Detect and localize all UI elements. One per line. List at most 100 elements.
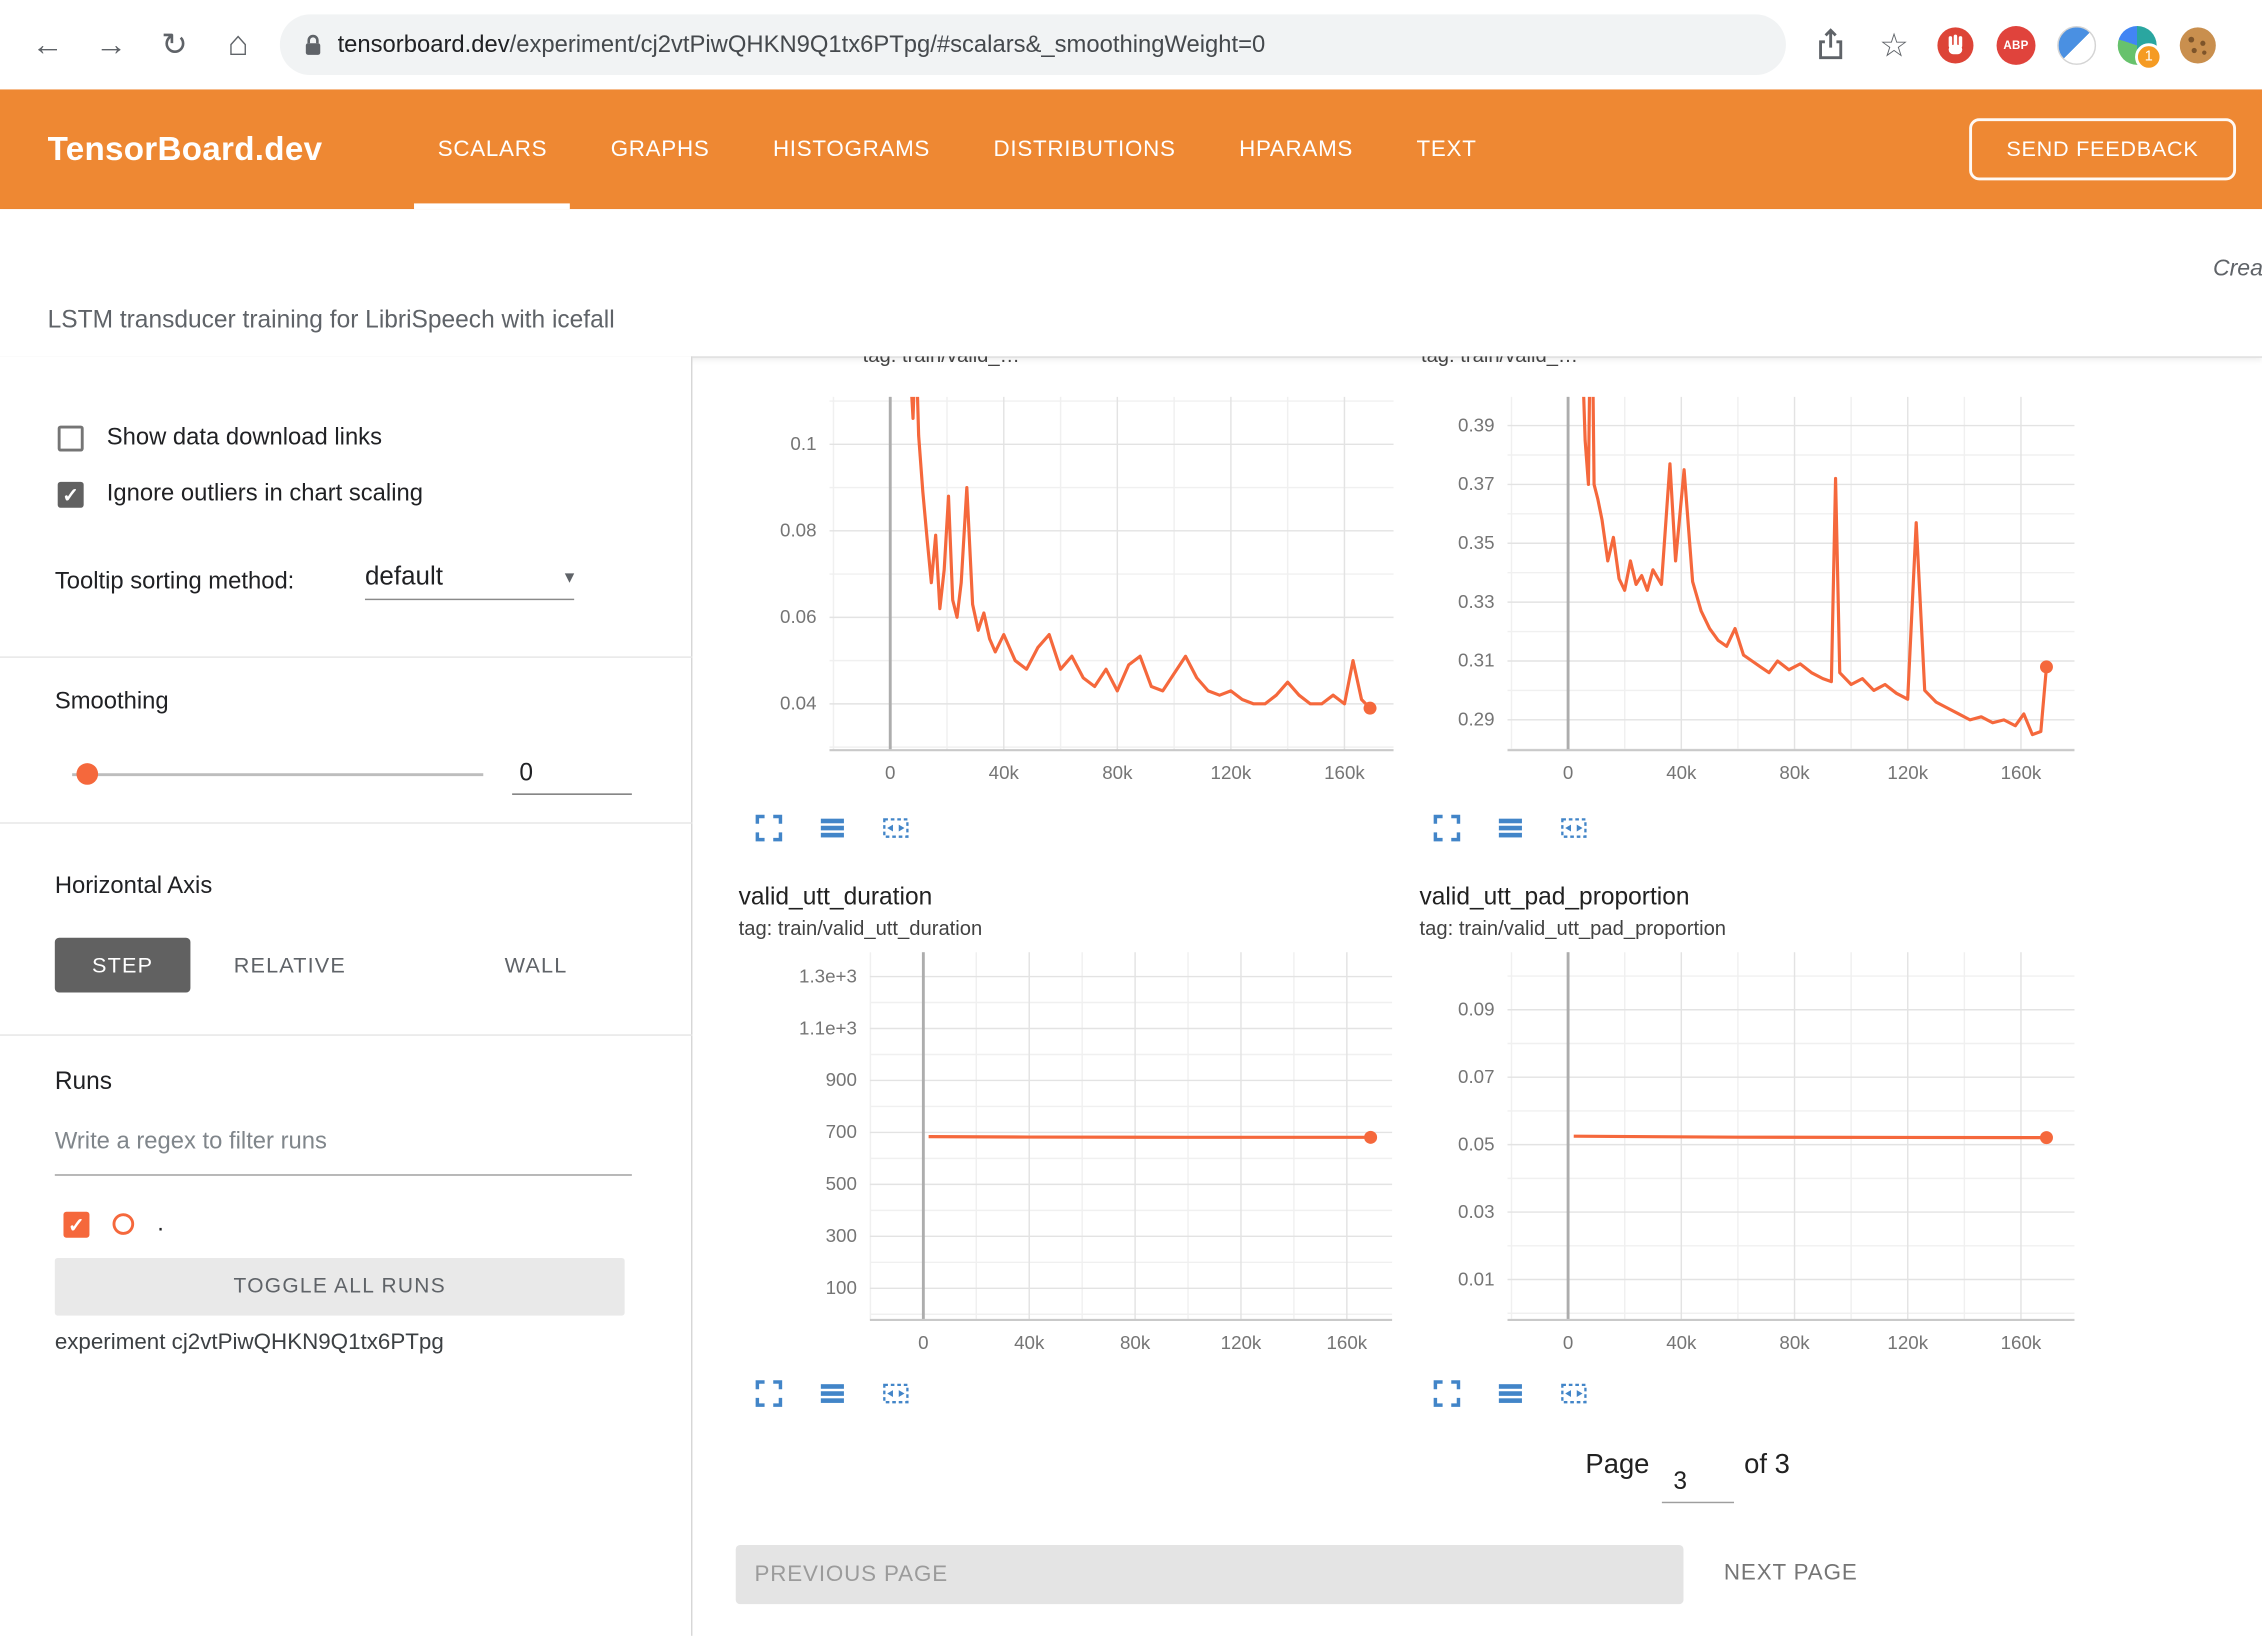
run-checkbox[interactable]: ✓	[63, 1211, 89, 1237]
previous-page-button[interactable]: PREVIOUS PAGE	[736, 1545, 1684, 1604]
svg-text:1.3e+3: 1.3e+3	[799, 965, 857, 986]
adblock-extension-icon[interactable]	[1936, 25, 1975, 64]
svg-text:0.06: 0.06	[780, 606, 816, 627]
ignore-outliers-checkbox[interactable]: ✓	[58, 481, 84, 507]
svg-text:1.1e+3: 1.1e+3	[799, 1017, 857, 1038]
chart-valid-loss-1[interactable]: 040k80k120k160k0.10.080.060.04	[750, 397, 1396, 794]
svg-text:160k: 160k	[2001, 762, 2042, 783]
axis-step-button[interactable]: STEP	[55, 938, 191, 993]
tab-text[interactable]: TEXT	[1391, 89, 1503, 209]
svg-text:120k: 120k	[1211, 762, 1252, 783]
send-feedback-button[interactable]: SEND FEEDBACK	[1969, 118, 2236, 180]
svg-text:700: 700	[826, 1121, 857, 1142]
svg-text:80k: 80k	[1102, 762, 1133, 783]
svg-text:40k: 40k	[1666, 762, 1697, 783]
svg-text:0.04: 0.04	[780, 693, 816, 714]
check-icon: ✓	[68, 1214, 85, 1234]
svg-text:0: 0	[918, 1332, 928, 1353]
svg-text:80k: 80k	[1779, 1332, 1810, 1353]
tab-graphs[interactable]: GRAPHS	[585, 89, 736, 209]
divider	[0, 822, 692, 823]
svg-text:0.39: 0.39	[1458, 414, 1494, 435]
tab-distributions[interactable]: DISTRIBUTIONS	[968, 89, 1202, 209]
chart-tag: tag: train/valid_utt_duration	[739, 916, 983, 939]
tab-label: GRAPHS	[611, 136, 710, 162]
settings-sidebar	[0, 356, 692, 1636]
show-download-links-label: Show data download links	[107, 424, 382, 451]
toggle-all-runs-button[interactable]: TOGGLE ALL RUNS	[55, 1258, 625, 1316]
lock-icon	[303, 33, 323, 56]
expand-chart-icon[interactable]	[1431, 812, 1463, 844]
svg-text:0.33: 0.33	[1458, 591, 1494, 612]
svg-text:500: 500	[826, 1173, 857, 1194]
fit-domain-icon[interactable]	[1558, 1378, 1590, 1410]
svg-text:40k: 40k	[1014, 1332, 1045, 1353]
app-logo[interactable]: TensorBoard.dev	[48, 130, 323, 169]
cookie-icon[interactable]	[2178, 25, 2217, 64]
profile-avatar[interactable]: 1	[2118, 25, 2157, 64]
svg-text:120k: 120k	[1221, 1332, 1262, 1353]
tab-label: HPARAMS	[1239, 136, 1353, 162]
tab-scalars[interactable]: SCALARS	[412, 89, 573, 209]
svg-text:160k: 160k	[2001, 1332, 2042, 1353]
run-color-circle[interactable]	[113, 1213, 135, 1235]
svg-text:0.07: 0.07	[1458, 1066, 1494, 1087]
abp-extension-icon[interactable]: ABP	[1997, 25, 2036, 64]
forward-icon[interactable]: →	[89, 23, 132, 66]
bookmark-star-icon[interactable]: ☆	[1872, 23, 1915, 66]
tooltip-sorting-dropdown[interactable]: default ▾	[365, 561, 574, 600]
tab-hparams[interactable]: HPARAMS	[1213, 89, 1379, 209]
created-text-clipped: Crea	[2213, 257, 2262, 283]
data-table-icon[interactable]	[817, 812, 849, 844]
chevron-down-icon: ▾	[565, 565, 574, 588]
reload-icon[interactable]: ↻	[153, 23, 196, 66]
svg-text:0.03: 0.03	[1458, 1201, 1494, 1222]
tab-histograms[interactable]: HISTOGRAMS	[747, 89, 956, 209]
address-bar[interactable]: tensorboard.dev/experiment/cj2vtPiwQHKN9…	[280, 14, 1786, 75]
fit-domain-icon[interactable]	[880, 812, 912, 844]
svg-text:120k: 120k	[1887, 762, 1928, 783]
run-row: ✓ .	[63, 1210, 163, 1237]
chart-valid-utt-pad-proportion[interactable]: 040k80k120k160k0.090.070.050.030.01	[1428, 952, 2077, 1363]
back-icon[interactable]: ←	[26, 23, 69, 66]
smoothing-label: Smoothing	[55, 688, 169, 715]
fit-domain-icon[interactable]	[880, 1378, 912, 1410]
runs-filter-input[interactable]: Write a regex to filter runs	[55, 1128, 632, 1176]
data-table-icon[interactable]	[817, 1378, 849, 1410]
extension-icon[interactable]	[2057, 25, 2096, 64]
svg-text:0.09: 0.09	[1458, 999, 1494, 1020]
avatar-badge: 1	[2135, 43, 2162, 70]
experiment-subheader	[0, 209, 2262, 358]
experiment-name: experiment cj2vtPiwQHKN9Q1tx6PTpg	[55, 1330, 444, 1356]
expand-chart-icon[interactable]	[753, 812, 785, 844]
page-number-input[interactable]: 3	[1662, 1460, 1734, 1503]
smoothing-slider-track[interactable]	[72, 773, 483, 776]
axis-relative-button[interactable]: RELATIVE	[211, 938, 369, 991]
fit-domain-icon[interactable]	[1558, 812, 1590, 844]
chart-valid-utt-duration[interactable]: 040k80k120k160k1.3e+31.1e+39007005003001…	[791, 952, 1395, 1363]
chart-valid-loss-2[interactable]: 040k80k120k160k0.390.370.350.330.310.29	[1428, 397, 2077, 794]
expand-chart-icon[interactable]	[1431, 1378, 1463, 1410]
tooltip-sorting-value: default	[365, 561, 443, 591]
data-table-icon[interactable]	[1495, 1378, 1527, 1410]
chart-actions	[753, 812, 912, 844]
runs-label: Runs	[55, 1068, 112, 1097]
smoothing-value-input[interactable]: 0	[512, 752, 632, 795]
data-table-icon[interactable]	[1495, 812, 1527, 844]
show-download-links-checkbox[interactable]	[58, 425, 84, 451]
svg-text:160k: 160k	[1327, 1332, 1368, 1353]
next-page-button[interactable]: NEXT PAGE	[1715, 1559, 1866, 1588]
tab-label: SCALARS	[438, 136, 547, 162]
svg-text:80k: 80k	[1120, 1332, 1151, 1353]
ignore-outliers-row: ✓ Ignore outliers in chart scaling	[58, 480, 423, 507]
share-icon[interactable]	[1809, 23, 1852, 66]
page-of-label: of 3	[1744, 1450, 1790, 1482]
smoothing-slider-thumb[interactable]	[76, 763, 98, 785]
tab-label: HISTOGRAMS	[773, 136, 930, 162]
svg-text:0.01: 0.01	[1458, 1268, 1494, 1289]
axis-wall-button[interactable]: WALL	[482, 938, 591, 991]
home-icon[interactable]: ⌂	[216, 23, 259, 66]
ignore-outliers-label: Ignore outliers in chart scaling	[107, 480, 423, 507]
chart-title: valid_utt_pad_proportion	[1420, 883, 1690, 912]
expand-chart-icon[interactable]	[753, 1378, 785, 1410]
